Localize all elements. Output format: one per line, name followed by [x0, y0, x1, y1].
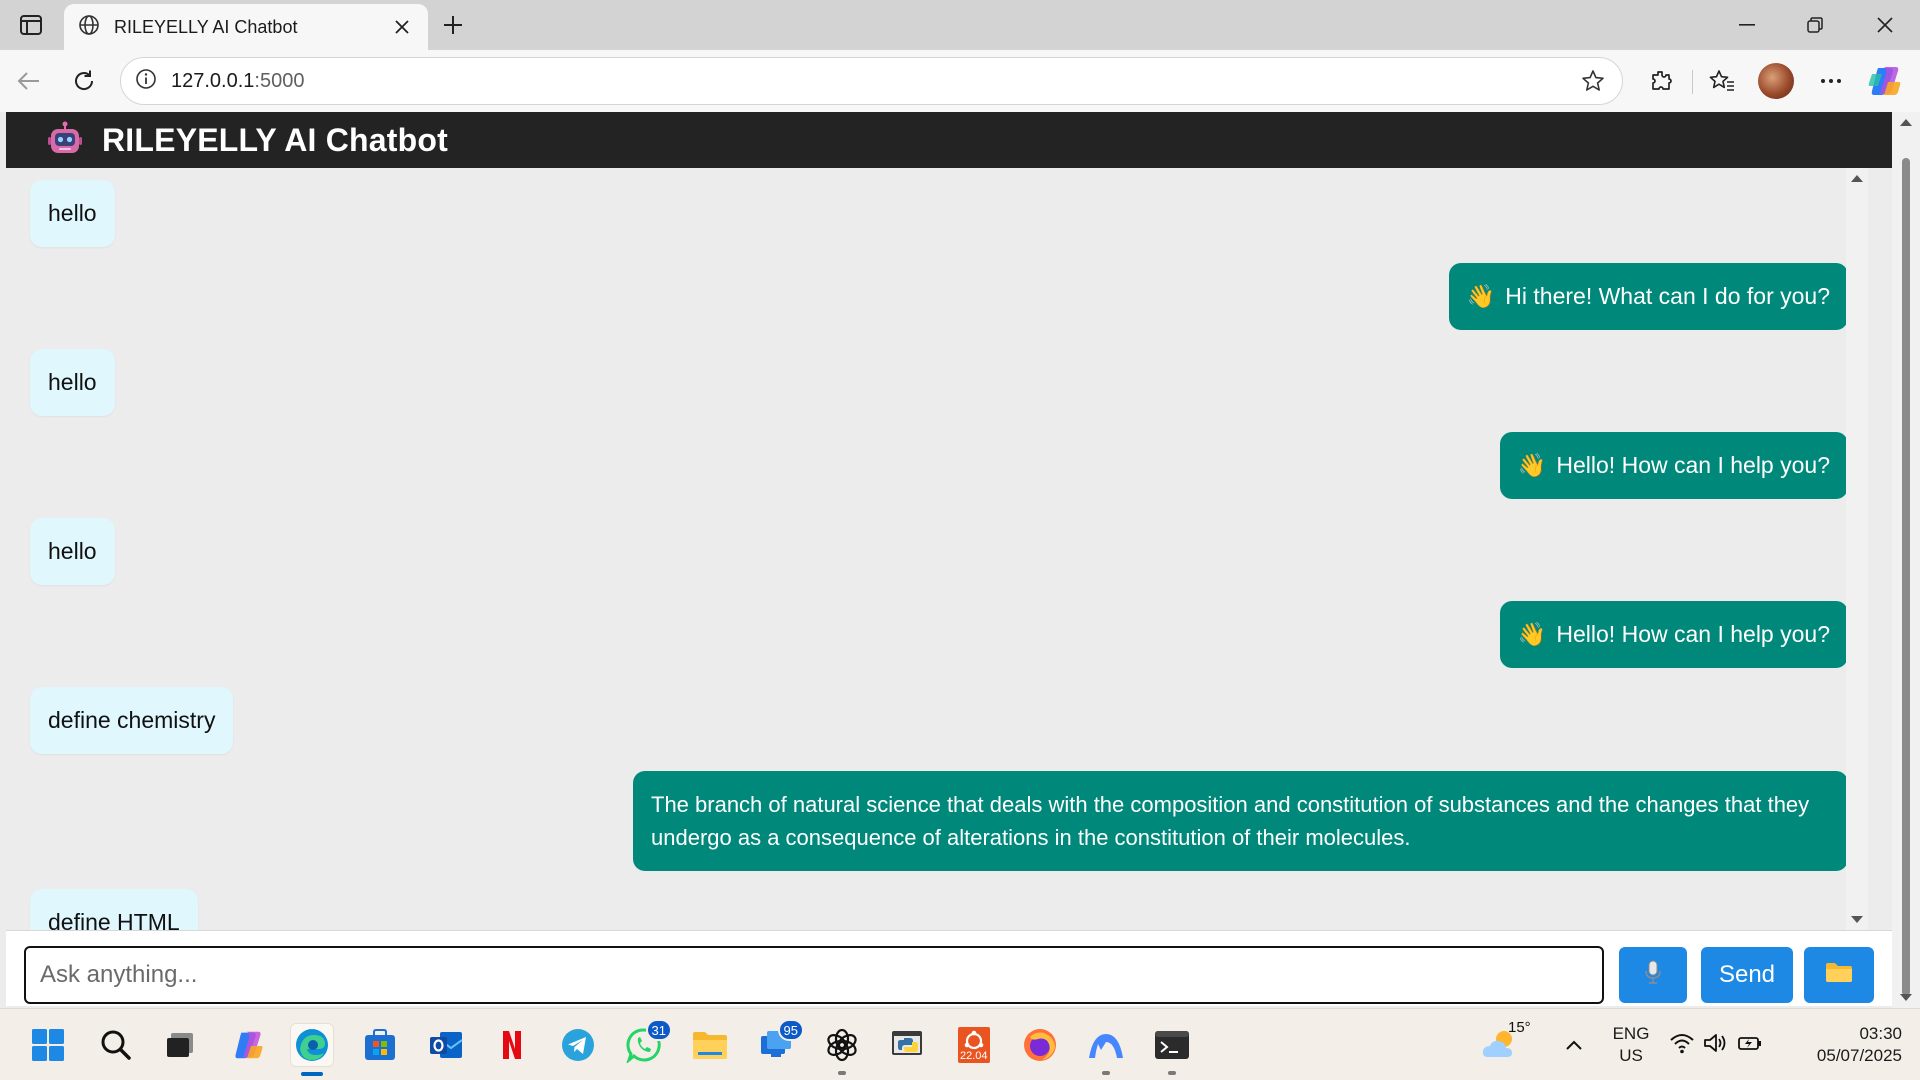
- message-text: The branch of natural science that deals…: [651, 792, 1810, 850]
- restore-icon[interactable]: [1792, 8, 1838, 42]
- python-idle-icon[interactable]: [886, 1023, 930, 1067]
- firefox-icon[interactable]: [1018, 1023, 1062, 1067]
- page-scrollbar[interactable]: [1892, 112, 1920, 1008]
- message-text: Hi there! What can I do for you?: [1505, 283, 1830, 309]
- windows-taskbar: 31 95 22.04 15° ENG US 03:30 05/07/2025: [0, 1008, 1920, 1080]
- battery-charging-icon: [1737, 1033, 1763, 1058]
- composer: Send: [6, 930, 1892, 1006]
- chatgpt-icon[interactable]: [820, 1023, 864, 1075]
- reload-icon[interactable]: [65, 62, 103, 100]
- message-text: Hello! How can I help you?: [1556, 621, 1830, 647]
- wifi-icon: [1669, 1032, 1695, 1059]
- chat-scrollbar[interactable]: [1846, 168, 1868, 930]
- system-status-group[interactable]: [1664, 1023, 1768, 1067]
- terminal-icon[interactable]: [1150, 1023, 1194, 1075]
- upload-file-button[interactable]: [1804, 947, 1874, 1003]
- user-message: hello: [30, 180, 115, 247]
- bot-message: 👋 Hi there! What can I do for you?: [1448, 263, 1848, 330]
- message-text: hello: [48, 200, 97, 226]
- message-text: hello: [48, 538, 97, 564]
- message-text: Hello! How can I help you?: [1556, 452, 1830, 478]
- windows-start-icon[interactable]: [26, 1023, 70, 1067]
- close-tab-icon[interactable]: [390, 15, 414, 39]
- tab-actions-icon[interactable]: [14, 10, 48, 40]
- telegram-icon[interactable]: [556, 1023, 600, 1067]
- search-icon[interactable]: [94, 1023, 138, 1067]
- user-message: define chemistry: [30, 687, 234, 754]
- whatsapp-notification-badge: 31: [645, 1019, 672, 1041]
- send-button[interactable]: Send: [1701, 947, 1793, 1003]
- folder-icon: [1825, 961, 1853, 990]
- user-message: hello: [30, 349, 115, 416]
- clock-time: 03:30: [1859, 1024, 1902, 1043]
- edge-browser-icon[interactable]: [290, 1023, 334, 1076]
- running-indicator: [838, 1071, 846, 1075]
- language-code: ENG: [1612, 1024, 1650, 1043]
- browser-tab-active[interactable]: RILEYELLY AI Chatbot: [64, 4, 428, 50]
- microphone-button[interactable]: [1619, 947, 1687, 1003]
- message-text: define HTML: [48, 909, 180, 930]
- more-options-icon[interactable]: [1812, 62, 1850, 100]
- chat-messages[interactable]: hello 👋 Hi there! What can I do for you? …: [6, 168, 1868, 930]
- favorite-star-icon[interactable]: [1578, 66, 1608, 96]
- store-updates-icon[interactable]: 95: [754, 1019, 804, 1067]
- running-indicator: [1102, 1071, 1110, 1075]
- bot-message: 👋 Hello! How can I help you?: [1499, 601, 1848, 668]
- message-text: hello: [48, 369, 97, 395]
- ubuntu-icon[interactable]: 22.04: [952, 1023, 996, 1067]
- input-language-indicator[interactable]: ENG US: [1604, 1023, 1658, 1067]
- ubuntu-version-label: 22.04: [960, 1050, 988, 1062]
- whatsapp-icon[interactable]: 31: [622, 1019, 672, 1067]
- file-explorer-icon[interactable]: [688, 1023, 732, 1067]
- globe-icon: [78, 14, 100, 41]
- profile-avatar[interactable]: [1758, 63, 1794, 99]
- keyboard-region: US: [1619, 1046, 1643, 1065]
- message-text: define chemistry: [48, 707, 216, 733]
- toolbar-divider: [1692, 70, 1693, 94]
- running-indicator: [1168, 1071, 1176, 1075]
- back-arrow-icon[interactable]: [10, 62, 48, 100]
- weather-temperature: 15°: [1508, 1019, 1531, 1036]
- app-title: RILEYELLY AI Chatbot: [102, 121, 448, 158]
- copilot-icon[interactable]: [1866, 62, 1904, 100]
- close-window-icon[interactable]: [1862, 8, 1908, 42]
- microphone-icon: [1643, 959, 1663, 992]
- user-message: hello: [30, 518, 115, 585]
- bot-message: The branch of natural science that deals…: [633, 771, 1848, 871]
- show-hidden-icons-chevron-icon[interactable]: [1552, 1023, 1596, 1067]
- task-view-icon[interactable]: [158, 1023, 202, 1067]
- waving-hand-emoji: 👋: [1517, 452, 1547, 478]
- robot-icon: [46, 121, 84, 159]
- store-notification-badge: 95: [777, 1019, 804, 1041]
- extensions-icon[interactable]: [1642, 62, 1680, 100]
- new-tab-icon[interactable]: [436, 8, 470, 42]
- browser-tab-strip: RILEYELLY AI Chatbot: [0, 0, 1920, 50]
- app-header: RILEYELLY AI Chatbot: [6, 112, 1892, 168]
- netflix-icon[interactable]: [490, 1023, 534, 1067]
- site-info-icon[interactable]: [135, 68, 157, 95]
- user-message: define HTML: [30, 889, 198, 930]
- outlook-icon[interactable]: [424, 1023, 468, 1067]
- copilot-app-icon[interactable]: [226, 1023, 270, 1067]
- minimize-icon[interactable]: [1724, 8, 1770, 42]
- bot-message: 👋 Hello! How can I help you?: [1499, 432, 1848, 499]
- volume-icon: [1703, 1032, 1729, 1059]
- clock-date: 05/07/2025: [1816, 1046, 1902, 1065]
- vpn-app-icon[interactable]: [1084, 1023, 1128, 1075]
- address-bar[interactable]: 127.0.0.1:5000: [120, 57, 1623, 105]
- weather-icon[interactable]: 15°: [1478, 1019, 1531, 1067]
- browser-toolbar: 127.0.0.1:5000: [0, 50, 1920, 112]
- tab-title: RILEYELLY AI Chatbot: [114, 16, 298, 37]
- waving-hand-emoji: 👋: [1517, 621, 1547, 647]
- url-host: 127.0.0.1: [171, 69, 255, 92]
- waving-hand-emoji: 👋: [1466, 283, 1496, 309]
- url-port: :5000: [254, 69, 305, 92]
- ask-input[interactable]: [24, 946, 1604, 1004]
- clock[interactable]: 03:30 05/07/2025: [1790, 1023, 1902, 1067]
- microsoft-store-icon[interactable]: [358, 1023, 402, 1067]
- running-indicator: [301, 1072, 323, 1076]
- favorites-icon[interactable]: [1703, 62, 1741, 100]
